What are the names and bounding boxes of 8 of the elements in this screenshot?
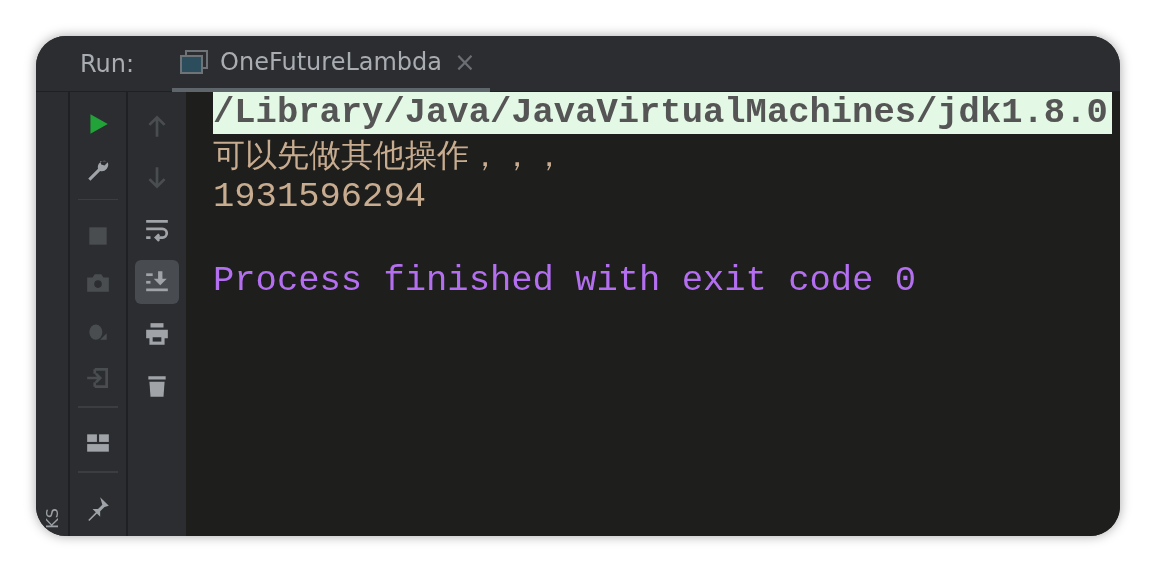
console-output: 1931596294 [213,176,427,217]
close-icon[interactable]: × [454,46,476,77]
exit-message: Process finished with exit code 0 [213,260,916,301]
console-output: 可以先做其他操作，，， [213,136,565,174]
run-label: Run: [80,49,135,78]
console-icon [180,49,209,74]
scroll-to-end-icon[interactable] [135,260,179,304]
side-label[interactable]: KS [42,508,62,529]
